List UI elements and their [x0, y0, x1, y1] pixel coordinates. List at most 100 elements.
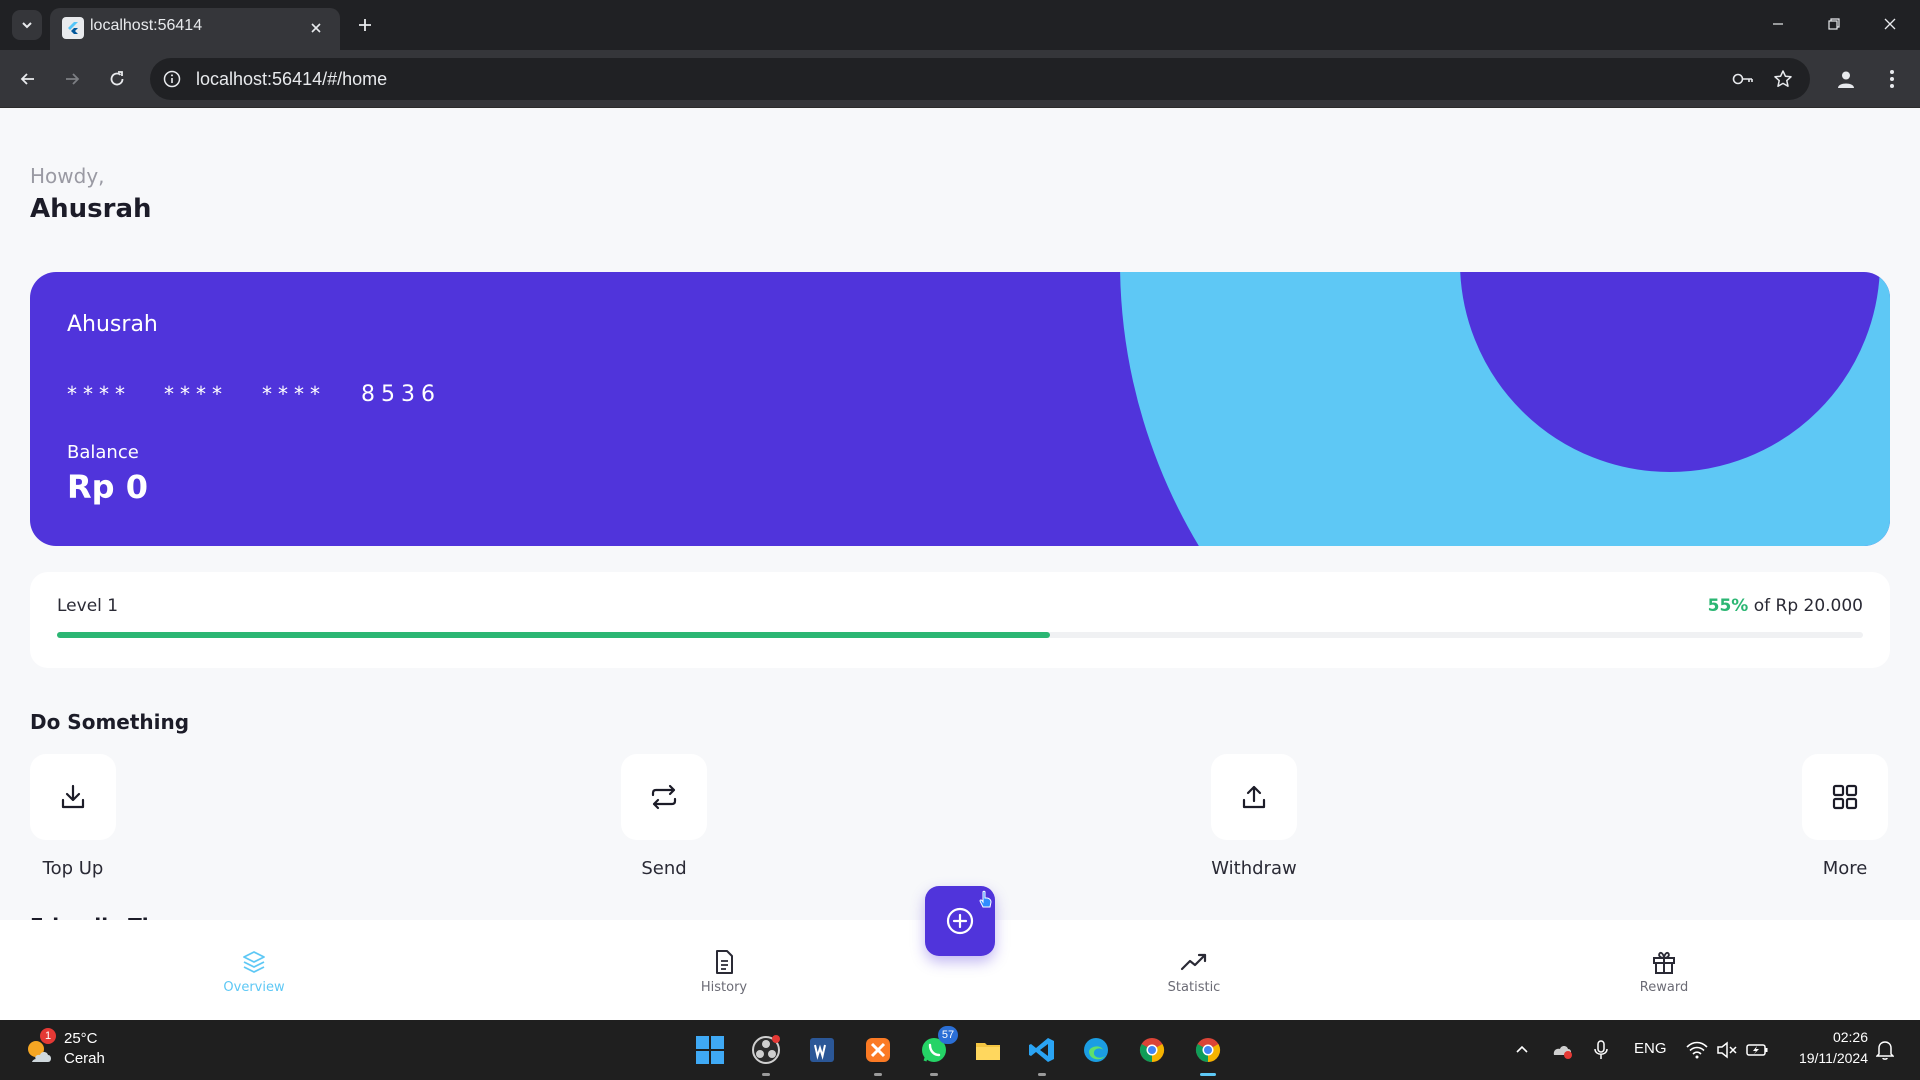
taskbar-app-chrome-active[interactable] — [1190, 1032, 1226, 1076]
clock-date[interactable]: 19/11/2024 — [1780, 1050, 1868, 1066]
taskbar-app-word[interactable] — [804, 1032, 840, 1068]
taskbar-app-obs[interactable] — [748, 1032, 784, 1076]
balance-label: Balance — [67, 442, 139, 463]
weather-alert-badge: 1 — [40, 1028, 56, 1044]
nav-reward-label: Reward — [1639, 980, 1689, 995]
card-holder-name: Ahusrah — [67, 312, 158, 337]
restore-button[interactable] — [1814, 6, 1854, 42]
site-info-icon[interactable] — [160, 67, 184, 91]
speaker-muted-icon[interactable] — [1714, 1038, 1740, 1062]
start-button[interactable] — [692, 1032, 728, 1068]
send-label: Send — [641, 858, 687, 879]
top-up-button[interactable]: Top Up — [14, 754, 134, 884]
more-tile[interactable] — [1802, 754, 1888, 840]
running-indicator — [762, 1073, 770, 1076]
nav-statistic-label: Statistic — [1167, 980, 1221, 995]
download-icon — [61, 784, 85, 809]
taskbar-app-file-explorer[interactable] — [970, 1032, 1006, 1068]
profile-icon — [1838, 71, 1854, 88]
plus-icon — [359, 19, 371, 31]
card-decoration-arc — [1120, 272, 1890, 546]
minimize-icon — [1773, 23, 1783, 25]
repeat-icon — [651, 784, 677, 810]
gift-icon — [1650, 948, 1678, 976]
trending-up-icon — [1180, 948, 1208, 976]
onedrive-icon[interactable] — [1549, 1038, 1575, 1062]
chrome-icon — [1195, 1038, 1221, 1062]
browser-menu-button[interactable] — [1876, 63, 1908, 95]
password-key-icon[interactable] — [1730, 67, 1756, 91]
battery-icon[interactable] — [1744, 1038, 1770, 1062]
arrow-left-icon — [20, 73, 34, 85]
bookmark-star-icon[interactable] — [1770, 67, 1796, 91]
level-progress-text: 55% of Rp 20.000 — [1708, 596, 1863, 616]
nav-history-label: History — [700, 980, 748, 995]
more-button[interactable]: More — [1786, 754, 1906, 884]
folder-icon — [976, 1043, 1000, 1060]
plus-circle-icon — [946, 907, 974, 935]
wifi-icon[interactable] — [1684, 1038, 1710, 1062]
more-label: More — [1822, 858, 1868, 879]
show-hidden-icons-button[interactable] — [1509, 1038, 1535, 1062]
taskbar-app-edge[interactable] — [1078, 1032, 1114, 1068]
level-progress-track — [57, 632, 1863, 638]
nav-statistic[interactable]: Statistic — [1134, 948, 1254, 1008]
level-target: of Rp 20.000 — [1753, 596, 1863, 616]
layers-icon — [240, 948, 268, 976]
top-up-tile[interactable] — [30, 754, 116, 840]
word-icon — [810, 1038, 834, 1062]
browser-toolbar: localhost:56414/#/home — [0, 50, 1920, 108]
address-bar[interactable]: localhost:56414/#/home — [150, 58, 1810, 100]
taskbar-app-chrome[interactable] — [1134, 1032, 1170, 1068]
card-number-mask: **** — [164, 382, 228, 406]
level-percent: 55% — [1707, 596, 1749, 616]
withdraw-button[interactable]: Withdraw — [1195, 754, 1315, 884]
close-icon — [1884, 18, 1896, 30]
vscode-icon — [1029, 1038, 1054, 1062]
profile-button[interactable] — [1830, 63, 1862, 95]
url-text: localhost:56414/#/home — [196, 69, 388, 89]
taskbar-app-whatsapp[interactable]: 57 — [916, 1026, 958, 1076]
actions-section-title: Do Something — [30, 710, 190, 734]
running-indicator — [930, 1073, 938, 1076]
windows-logo-icon — [696, 1036, 724, 1064]
running-indicator — [874, 1073, 882, 1076]
reload-button[interactable] — [101, 63, 133, 95]
microphone-icon[interactable] — [1588, 1038, 1614, 1062]
card-number-mask: **** — [67, 382, 131, 406]
tab-search-button[interactable] — [12, 10, 42, 40]
document-icon — [710, 948, 738, 976]
more-vertical-icon — [1890, 70, 1894, 88]
send-button[interactable]: Send — [605, 754, 725, 884]
nav-reward[interactable]: Reward — [1604, 948, 1724, 1008]
input-language[interactable]: ENG — [1634, 1040, 1667, 1057]
taskbar-app-xampp[interactable] — [860, 1032, 896, 1076]
withdraw-label: Withdraw — [1211, 858, 1297, 879]
new-tab-button[interactable] — [350, 10, 380, 40]
minimize-button[interactable] — [1758, 6, 1798, 42]
taskbar-app-vscode[interactable] — [1024, 1032, 1060, 1076]
back-button[interactable] — [12, 63, 44, 95]
arrow-right-icon — [66, 73, 80, 85]
level-progress-panel: Level 1 55% of Rp 20.000 — [30, 572, 1890, 668]
greeting-text: Howdy, — [30, 164, 105, 188]
send-tile[interactable] — [621, 754, 707, 840]
nav-history[interactable]: History — [664, 948, 784, 1008]
notification-bell-icon[interactable] — [1872, 1038, 1898, 1062]
withdraw-tile[interactable] — [1211, 754, 1297, 840]
level-progress-fill — [57, 632, 1051, 638]
chrome-icon — [1139, 1038, 1165, 1062]
flutter-favicon-icon — [62, 17, 84, 39]
forward-button[interactable] — [56, 63, 88, 95]
browser-tab[interactable]: localhost:56414 — [50, 8, 340, 50]
clock-time[interactable]: 02:26 — [1820, 1029, 1868, 1045]
weather-temperature: 25°C — [64, 1030, 98, 1047]
card-number-mask: **** — [262, 382, 326, 406]
balance-card[interactable]: Ahusrah **** **** **** 8536 Balance Rp 0 — [30, 272, 1890, 546]
chevron-up-icon — [1516, 1045, 1528, 1053]
close-tab-icon[interactable] — [304, 16, 328, 40]
nav-overview[interactable]: Overview — [194, 948, 314, 1008]
chevron-down-icon — [22, 22, 32, 29]
close-window-button[interactable] — [1870, 6, 1910, 42]
level-label: Level 1 — [57, 596, 119, 616]
